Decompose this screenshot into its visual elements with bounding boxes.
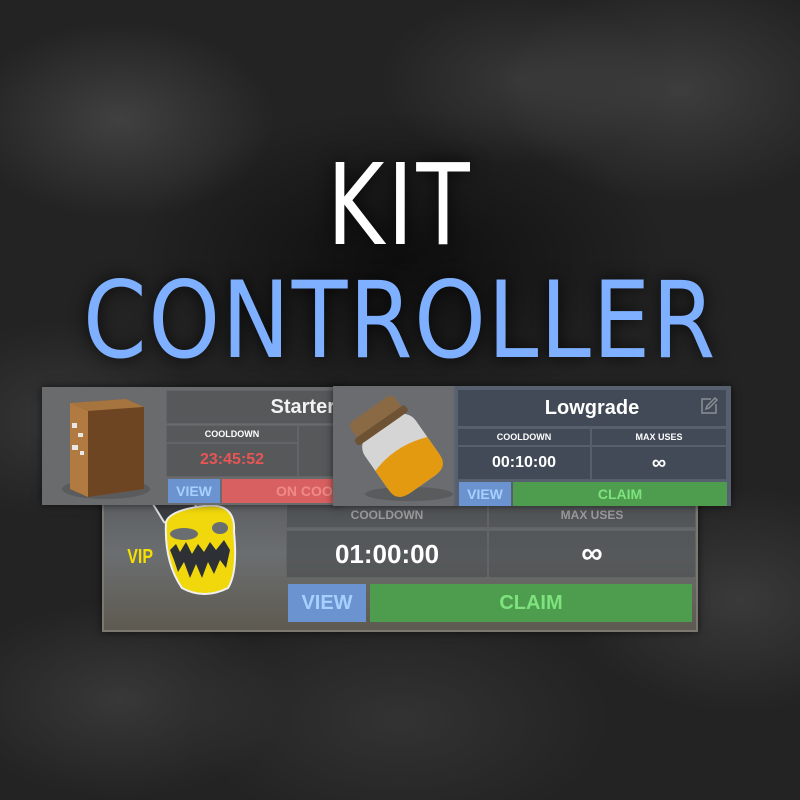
edit-icon[interactable]: [699, 396, 719, 416]
kit-card-starter: Starter COOLDOWN 23:45:52 VIEW ON COOLDO…: [42, 387, 346, 505]
starter-view-button[interactable]: VIEW: [168, 479, 220, 503]
lowgrade-fuel-jar-icon: [350, 395, 453, 501]
lowgrade-title: Lowgrade: [457, 389, 727, 427]
title-controller: CONTROLLER: [82, 259, 718, 382]
lowgrade-max-uses-label: MAX USES: [591, 428, 727, 446]
starter-cooldown-label: COOLDOWN: [166, 425, 298, 443]
kit-card-lowgrade: Lowgrade COOLDOWN MAX USES 00:10:00 ∞ VI…: [333, 386, 731, 506]
lowgrade-cooldown-value: 00:10:00: [457, 446, 591, 480]
lowgrade-claim-button[interactable]: CLAIM: [513, 482, 727, 506]
starter-title: Starter: [166, 390, 346, 424]
vip-max-uses-value: ∞: [488, 530, 696, 578]
starter-on-cooldown-button[interactable]: ON COOLDOWN: [222, 479, 346, 503]
lowgrade-cooldown-label: COOLDOWN: [457, 428, 591, 446]
vip-claim-button[interactable]: CLAIM: [370, 584, 692, 622]
vip-view-button[interactable]: VIEW: [288, 584, 366, 622]
lowgrade-max-uses-value: ∞: [591, 446, 727, 480]
yellow-mask-icon: [146, 495, 237, 595]
title-kit: KIT: [327, 141, 473, 271]
kit-card-vip: VIP COOLDOWN MAX USES 01:00:00 ∞ VIEW CL…: [102, 490, 698, 632]
vip-cooldown-value: 01:00:00: [286, 530, 488, 578]
starter-cooldown-value: 23:45:52: [166, 443, 298, 477]
wooden-locker-icon: [62, 399, 150, 499]
lowgrade-view-button[interactable]: VIEW: [459, 482, 511, 506]
